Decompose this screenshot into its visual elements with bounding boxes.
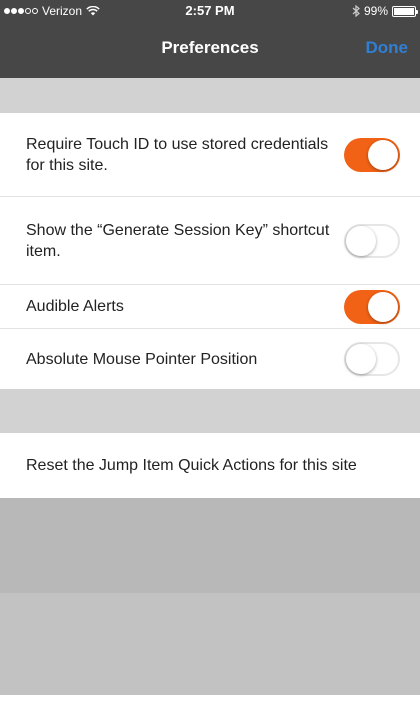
session-key-toggle[interactable] xyxy=(344,223,400,258)
settings-list: Require Touch ID to use stored credentia… xyxy=(0,113,420,389)
navigation-bar: Preferences Done xyxy=(0,22,420,78)
bluetooth-icon xyxy=(352,5,360,17)
setting-row-touch-id: Require Touch ID to use stored credentia… xyxy=(0,113,420,197)
top-bar: Verizon 2:57 PM 99% Preferences Done xyxy=(0,0,420,78)
page-title: Preferences xyxy=(161,38,259,57)
toggle-knob xyxy=(368,139,398,170)
section-separator xyxy=(0,78,420,113)
setting-label: Absolute Mouse Pointer Position xyxy=(26,350,258,368)
empty-area xyxy=(0,593,420,695)
done-button[interactable]: Done xyxy=(366,38,409,58)
audible-alerts-toggle[interactable] xyxy=(344,289,400,324)
setting-row-audible-alerts: Audible Alerts xyxy=(0,285,420,329)
reset-quick-actions-button[interactable]: Reset the Jump Item Quick Actions for th… xyxy=(0,433,420,498)
section-separator xyxy=(0,389,420,433)
toggle-knob xyxy=(368,291,398,322)
reset-section: Reset the Jump Item Quick Actions for th… xyxy=(0,433,420,498)
setting-label: Require Touch ID to use stored credentia… xyxy=(26,135,329,174)
toggle-knob xyxy=(346,344,376,374)
touch-id-toggle[interactable] xyxy=(344,137,400,172)
setting-row-absolute-mouse: Absolute Mouse Pointer Position xyxy=(0,329,420,389)
battery-icon xyxy=(392,5,418,17)
setting-label: Audible Alerts xyxy=(26,298,124,315)
status-bar: Verizon 2:57 PM 99% xyxy=(0,0,420,22)
toggle-knob xyxy=(346,225,376,256)
battery-fill xyxy=(394,7,414,15)
setting-label: Show the “Generate Session Key” shortcut… xyxy=(26,221,330,260)
setting-row-session-key: Show the “Generate Session Key” shortcut… xyxy=(0,197,420,285)
status-right: 99% xyxy=(352,4,418,18)
absolute-mouse-toggle[interactable] xyxy=(344,342,400,376)
battery-percent: 99% xyxy=(363,4,388,18)
empty-area xyxy=(0,498,420,593)
